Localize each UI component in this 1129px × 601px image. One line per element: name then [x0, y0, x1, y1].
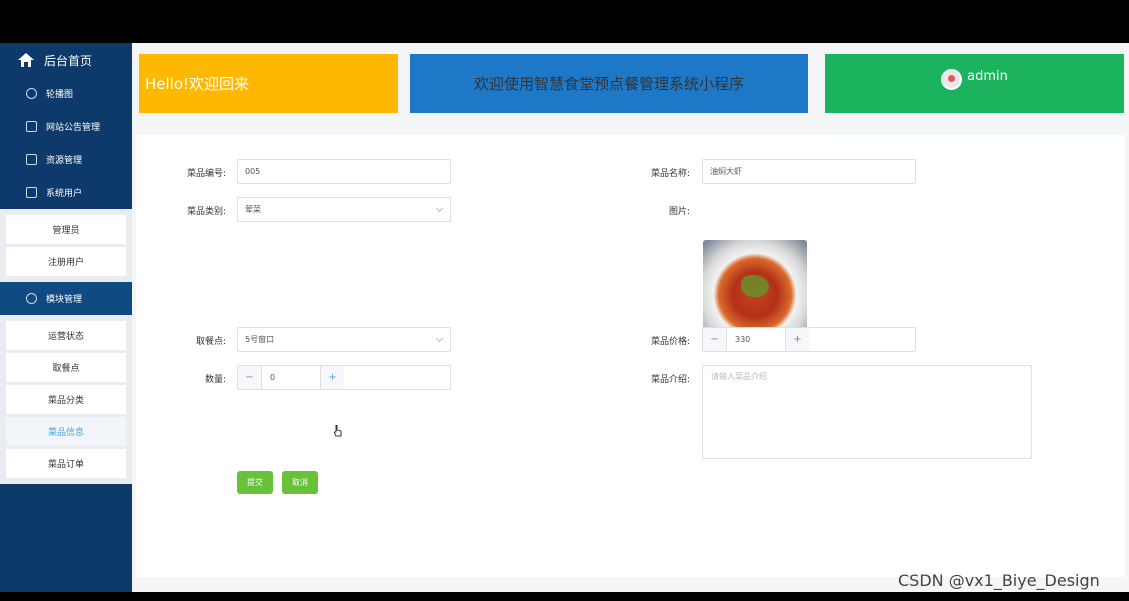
cancel-button[interactable]: 取消: [282, 471, 318, 494]
quantity-stepper[interactable]: − 0 +: [237, 365, 451, 390]
intro-textarea[interactable]: 请输入菜品介绍: [702, 365, 1032, 459]
username: admin: [967, 69, 1008, 84]
sidebar-item-dish-orders[interactable]: 菜品订单: [6, 449, 126, 478]
price-stepper[interactable]: − 330 +: [702, 327, 916, 352]
category-value: 荤菜: [245, 205, 261, 214]
dish-name-label: 菜品名称:: [650, 169, 690, 179]
sidebar-item-operation-status[interactable]: 运营状态: [6, 321, 126, 350]
sidebar-submenu-users: 管理员 注册用户: [0, 209, 132, 282]
sidebar-item-carousel[interactable]: 轮播图: [0, 77, 132, 110]
avatar: [941, 69, 963, 90]
price-value[interactable]: 330: [727, 328, 785, 351]
sidebar-item-dish-categories[interactable]: 菜品分类: [6, 385, 126, 414]
home-icon: [18, 53, 34, 67]
sidebar-item-label: 轮播图: [46, 90, 74, 100]
sidebar-item-announcements[interactable]: 网站公告管理: [0, 110, 132, 143]
sidebar-item-modules[interactable]: 模块管理: [0, 282, 132, 315]
hello-text: Hello!欢迎回来: [145, 75, 250, 93]
pickup-select[interactable]: 5号窗口: [237, 327, 451, 352]
shield-icon: [26, 88, 37, 99]
minus-icon[interactable]: −: [703, 328, 727, 351]
sidebar-item-pickup-points[interactable]: 取餐点: [6, 353, 126, 382]
hand-cursor-icon: [334, 425, 342, 437]
dish-no-label: 菜品编号:: [186, 169, 226, 179]
chevron-down-icon: [435, 204, 444, 213]
sidebar-submenu-modules: 运营状态 取餐点 菜品分类 菜品信息 菜品订单: [0, 315, 132, 484]
sidebar-item-label: 模块管理: [46, 295, 83, 305]
dish-no-input[interactable]: 005: [237, 159, 451, 184]
watermark: CSDN @vx1_Biye_Design: [898, 571, 1100, 590]
edit-icon: [26, 121, 37, 132]
minus-icon[interactable]: −: [238, 366, 262, 389]
sidebar: 后台首页 轮播图 网站公告管理 资源管理 系统用户 管理员 注册用户 模块管理 …: [0, 43, 132, 592]
user-card[interactable]: admin: [825, 54, 1124, 113]
sidebar-item-home[interactable]: 后台首页: [0, 43, 132, 77]
sidebar-item-dish-info[interactable]: 菜品信息: [6, 417, 126, 446]
category-select[interactable]: 荤菜: [237, 197, 451, 222]
dish-name-input[interactable]: 油焖大虾: [702, 159, 916, 184]
plus-icon[interactable]: +: [320, 366, 344, 389]
sidebar-item-admin[interactable]: 管理员: [6, 215, 126, 244]
submit-button[interactable]: 提交: [237, 471, 273, 494]
quantity-label: 数量:: [204, 375, 226, 385]
intro-label: 菜品介绍:: [650, 375, 690, 385]
hello-banner: Hello!欢迎回来: [139, 54, 398, 113]
sidebar-home-label: 后台首页: [44, 53, 93, 68]
price-label: 菜品价格:: [650, 337, 690, 347]
quantity-value[interactable]: 0: [262, 366, 320, 389]
category-label: 菜品类别:: [186, 207, 226, 217]
welcome-banner: 欢迎使用智慧食堂预点餐管理系统小程序: [410, 54, 808, 113]
sidebar-item-resources[interactable]: 资源管理: [0, 143, 132, 176]
diamond-icon: [26, 293, 37, 304]
dish-form: 菜品编号: 005 菜品名称: 油焖大虾 菜品类别: 荤菜 图片: 取餐点: 5…: [136, 135, 1125, 577]
pickup-value: 5号窗口: [245, 335, 275, 344]
chart-icon: [26, 187, 37, 198]
image-label: 图片:: [668, 207, 690, 217]
sidebar-item-registered-users[interactable]: 注册用户: [6, 247, 126, 276]
plus-icon[interactable]: +: [785, 328, 809, 351]
pickup-label: 取餐点:: [195, 337, 226, 347]
sidebar-item-system-users[interactable]: 系统用户: [0, 176, 132, 209]
garnish-shape: [741, 275, 769, 297]
sidebar-item-label: 资源管理: [46, 156, 83, 166]
app-frame: 后台首页 轮播图 网站公告管理 资源管理 系统用户 管理员 注册用户 模块管理 …: [0, 43, 1129, 592]
welcome-text: 欢迎使用智慧食堂预点餐管理系统小程序: [473, 75, 744, 93]
sidebar-item-label: 网站公告管理: [46, 123, 101, 133]
chevron-down-icon: [435, 334, 444, 343]
sidebar-item-label: 系统用户: [46, 189, 83, 199]
contact-card-icon: [26, 154, 37, 165]
